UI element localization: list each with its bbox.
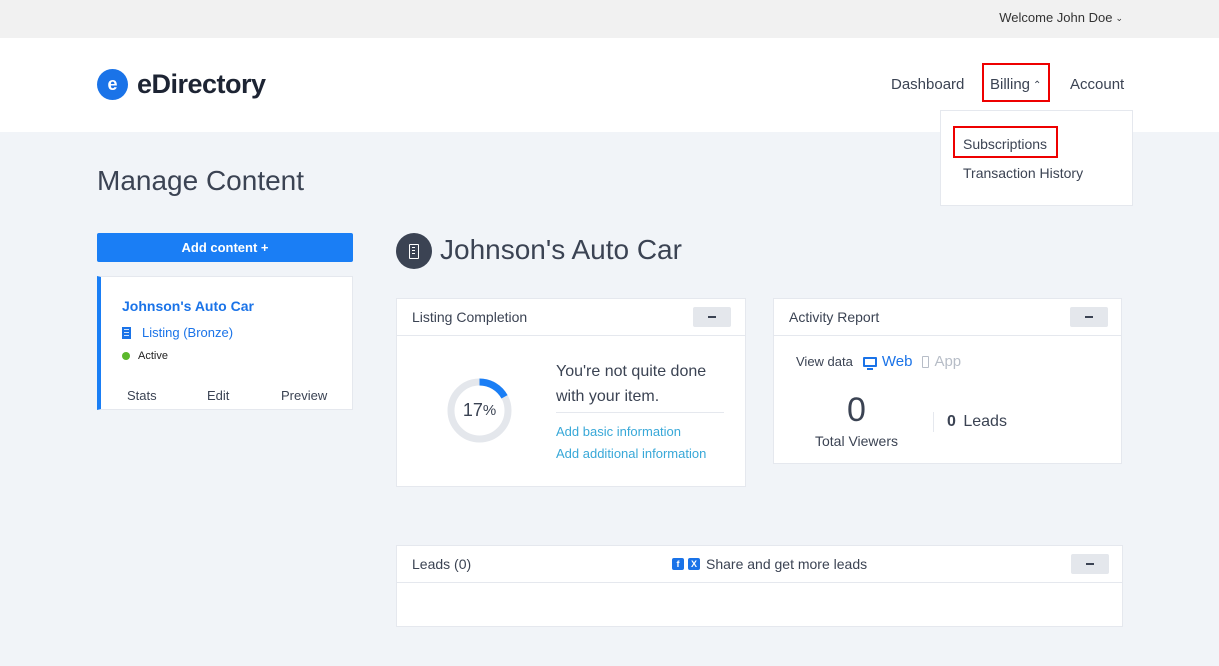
activity-report-panel: Activity Report View data Web App 0 Tota…	[773, 298, 1122, 464]
status-badge: Active	[122, 350, 168, 362]
facebook-icon[interactable]: f	[672, 558, 684, 570]
view-data-label: View data	[796, 354, 853, 369]
panel-header: Activity Report	[774, 299, 1121, 336]
view-data-toggle: View data Web App	[796, 353, 961, 370]
completion-percent-value: 17	[462, 400, 483, 420]
panel-title: Listing Completion	[412, 309, 528, 325]
subscriptions-highlight-box	[953, 126, 1058, 158]
completion-percent-sign: %	[482, 402, 497, 419]
logo-mark-icon: e	[97, 69, 128, 100]
view-app-tab[interactable]: App	[922, 353, 961, 370]
logo-text: eDirectory	[137, 69, 266, 99]
add-basic-info-link[interactable]: Add basic information	[556, 424, 681, 439]
collapse-button[interactable]	[1070, 307, 1108, 327]
listing-title: Johnson's Auto Car	[440, 234, 682, 265]
menu-item-transaction-history[interactable]: Transaction History	[963, 165, 1083, 181]
listing-card: Johnson's Auto Car Listing (Bronze) Acti…	[97, 276, 353, 410]
divider	[556, 412, 724, 413]
listing-completion-panel: Listing Completion 17% You're not quite …	[396, 298, 746, 487]
collapse-button[interactable]	[693, 307, 731, 327]
panel-title: Leads (0)	[412, 556, 472, 572]
share-bar: f X Share and get more leads	[672, 556, 867, 572]
top-utility-bar: Welcome John Doe ⌄	[0, 0, 1219, 38]
building-icon	[122, 326, 131, 339]
phone-icon	[922, 355, 930, 368]
welcome-text: Welcome John Doe	[999, 10, 1113, 25]
panel-title: Activity Report	[789, 309, 880, 325]
leads-stat: 0 Leads	[947, 413, 1007, 431]
view-web-label: Web	[881, 353, 913, 370]
completion-message: You're not quite done with your item.	[556, 363, 707, 405]
divider	[933, 412, 934, 432]
monitor-icon	[862, 356, 877, 370]
status-dot-icon	[122, 352, 130, 360]
view-app-label: App	[934, 353, 962, 370]
listing-type-link[interactable]: Listing (Bronze)	[122, 325, 233, 340]
billing-dropdown: Subscriptions Transaction History	[940, 110, 1133, 206]
completion-percent: 17%	[447, 378, 512, 443]
page-title: Manage Content	[97, 165, 305, 196]
status-label: Active	[138, 350, 168, 362]
add-content-button[interactable]: Add content +	[97, 233, 353, 262]
nav-account[interactable]: Account	[1070, 76, 1124, 93]
x-twitter-icon[interactable]: X	[688, 558, 700, 570]
edit-link[interactable]: Edit	[207, 388, 229, 403]
view-web-tab[interactable]: Web	[862, 353, 913, 370]
listing-type-label: Listing (Bronze)	[142, 325, 234, 340]
share-text: Share and get more leads	[706, 556, 868, 572]
panel-header: Leads (0) f X Share and get more leads	[397, 546, 1122, 583]
leads-panel: Leads (0) f X Share and get more leads	[396, 545, 1123, 627]
nav-dashboard[interactable]: Dashboard	[891, 76, 964, 93]
add-additional-info-link[interactable]: Add additional information	[556, 446, 706, 461]
total-viewers-label: Total Viewers	[814, 433, 898, 449]
billing-highlight-box	[982, 63, 1050, 102]
business-icon	[396, 233, 432, 269]
total-viewers-count: 0	[847, 391, 866, 429]
chevron-down-icon: ⌄	[1115, 13, 1123, 23]
leads-label: Leads	[963, 413, 1007, 430]
logo[interactable]: e eDirectory	[97, 69, 266, 100]
panel-header: Listing Completion	[397, 299, 745, 336]
stats-link[interactable]: Stats	[127, 388, 157, 403]
listing-card-title[interactable]: Johnson's Auto Car	[122, 298, 254, 314]
user-menu-toggle[interactable]: Welcome John Doe ⌄	[999, 10, 1123, 25]
preview-link[interactable]: Preview	[281, 388, 327, 403]
leads-count: 0	[947, 413, 956, 430]
collapse-button[interactable]	[1071, 554, 1109, 574]
